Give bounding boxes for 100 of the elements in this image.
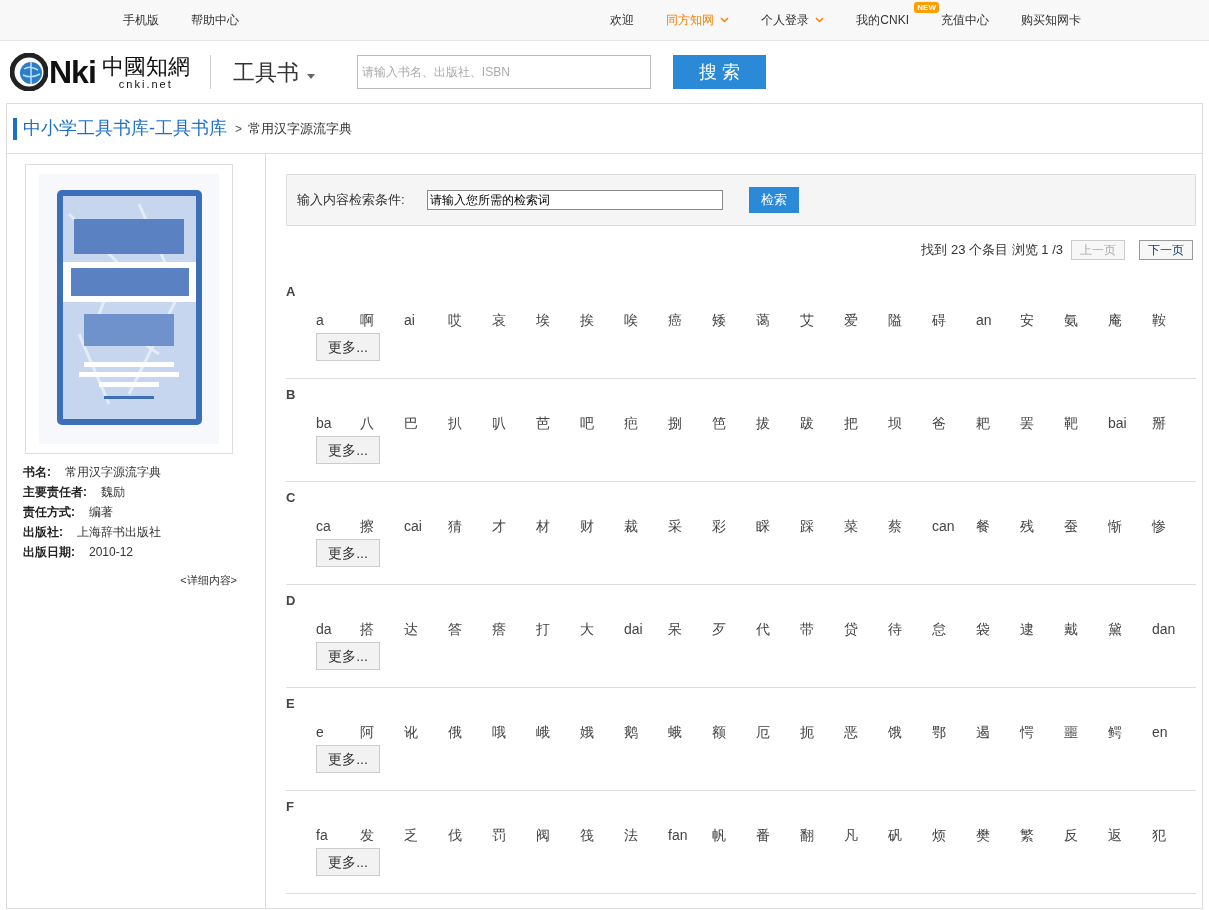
index-link[interactable]: 恶 <box>844 723 888 741</box>
index-link[interactable]: 俄 <box>448 723 492 741</box>
index-link[interactable]: 返 <box>1108 826 1152 844</box>
index-link[interactable]: 挨 <box>580 311 624 329</box>
index-link[interactable]: 蚕 <box>1064 517 1108 535</box>
index-link[interactable]: 娥 <box>580 723 624 741</box>
index-link[interactable]: 大 <box>580 620 624 638</box>
index-link[interactable]: 发 <box>360 826 404 844</box>
index-link[interactable]: 菜 <box>844 517 888 535</box>
index-link[interactable]: 扒 <box>448 414 492 432</box>
index-link[interactable]: 噩 <box>1064 723 1108 741</box>
index-link[interactable]: 把 <box>844 414 888 432</box>
more-button[interactable]: 更多... <box>316 436 380 464</box>
index-link[interactable]: 餐 <box>976 517 1020 535</box>
index-link[interactable]: 叭 <box>492 414 536 432</box>
index-link[interactable]: 埃 <box>536 311 580 329</box>
index-link[interactable]: 惨 <box>1152 517 1196 535</box>
index-link[interactable]: da <box>316 620 360 638</box>
more-button[interactable]: 更多... <box>316 642 380 670</box>
index-link[interactable]: 打 <box>536 620 580 638</box>
index-link[interactable]: 筏 <box>580 826 624 844</box>
index-link[interactable]: 饿 <box>888 723 932 741</box>
index-link[interactable]: 采 <box>668 517 712 535</box>
index-link[interactable]: dan <box>1152 620 1196 638</box>
index-link[interactable]: 踩 <box>800 517 844 535</box>
index-link[interactable]: 厄 <box>756 723 800 741</box>
top-link[interactable]: 帮助中心 <box>191 11 239 29</box>
index-link[interactable]: 逮 <box>1020 620 1064 638</box>
index-link[interactable]: 罢 <box>1020 414 1064 432</box>
index-link[interactable]: 跋 <box>800 414 844 432</box>
index-link[interactable]: 财 <box>580 517 624 535</box>
index-link[interactable]: 扼 <box>800 723 844 741</box>
index-link[interactable]: 蛾 <box>668 723 712 741</box>
index-link[interactable]: 矾 <box>888 826 932 844</box>
index-link[interactable]: 遏 <box>976 723 1020 741</box>
index-link[interactable]: 拔 <box>756 414 800 432</box>
index-link[interactable]: 蔡 <box>888 517 932 535</box>
index-link[interactable]: 爸 <box>932 414 976 432</box>
index-link[interactable]: cai <box>404 517 448 535</box>
more-button[interactable]: 更多... <box>316 745 380 773</box>
index-link[interactable]: 唉 <box>624 311 668 329</box>
index-link[interactable]: 彩 <box>712 517 756 535</box>
index-link[interactable]: 耙 <box>976 414 1020 432</box>
search-button[interactable]: 搜 索 <box>672 55 766 89</box>
index-link[interactable]: 安 <box>1020 311 1064 329</box>
index-link[interactable]: 樊 <box>976 826 1020 844</box>
index-link[interactable]: 呆 <box>668 620 712 638</box>
index-link[interactable]: 癌 <box>668 311 712 329</box>
index-link[interactable]: 哦 <box>492 723 536 741</box>
index-link[interactable]: 带 <box>800 620 844 638</box>
index-link[interactable]: 讹 <box>404 723 448 741</box>
index-link[interactable]: 擦 <box>360 517 404 535</box>
index-link[interactable]: 额 <box>712 723 756 741</box>
index-link[interactable]: ca <box>316 517 360 535</box>
index-link[interactable]: ai <box>404 311 448 329</box>
index-link[interactable]: 坝 <box>888 414 932 432</box>
index-link[interactable]: 翻 <box>800 826 844 844</box>
index-link[interactable]: 搭 <box>360 620 404 638</box>
index-link[interactable]: 番 <box>756 826 800 844</box>
top-link[interactable]: 手机版 <box>123 11 159 29</box>
index-link[interactable]: can <box>932 517 976 535</box>
index-link[interactable]: 峨 <box>536 723 580 741</box>
index-link[interactable]: fa <box>316 826 360 844</box>
detail-link[interactable]: <详细内容> <box>180 572 237 589</box>
index-link[interactable]: 袋 <box>976 620 1020 638</box>
index-link[interactable]: 犯 <box>1152 826 1196 844</box>
index-link[interactable]: 八 <box>360 414 404 432</box>
index-link[interactable]: 啊 <box>360 311 404 329</box>
index-link[interactable]: ba <box>316 414 360 432</box>
index-link[interactable]: 怠 <box>932 620 976 638</box>
top-link[interactable]: 个人登录 <box>761 11 825 29</box>
index-link[interactable]: 吧 <box>580 414 624 432</box>
index-link[interactable]: 蔼 <box>756 311 800 329</box>
index-link[interactable]: 黛 <box>1108 620 1152 638</box>
index-link[interactable]: 烦 <box>932 826 976 844</box>
search-field[interactable]: 请输入您所需的检索词 <box>426 190 723 210</box>
index-link[interactable]: bai <box>1108 414 1152 432</box>
more-button[interactable]: 更多... <box>316 333 380 361</box>
index-link[interactable]: 哀 <box>492 311 536 329</box>
index-link[interactable]: 惭 <box>1108 517 1152 535</box>
index-link[interactable]: 反 <box>1064 826 1108 844</box>
index-link[interactable]: 靶 <box>1064 414 1108 432</box>
next-page-button[interactable]: 下一页 <box>1139 240 1193 260</box>
top-link[interactable]: 充值中心 <box>941 11 989 29</box>
index-link[interactable]: 达 <box>404 620 448 638</box>
index-link[interactable]: dai <box>624 620 668 638</box>
index-link[interactable]: 猜 <box>448 517 492 535</box>
index-link[interactable]: 瘩 <box>492 620 536 638</box>
index-link[interactable]: 繁 <box>1020 826 1064 844</box>
index-link[interactable]: 乏 <box>404 826 448 844</box>
search-field[interactable]: 请输入书名、出版社、ISBN <box>356 55 651 89</box>
more-button[interactable]: 更多... <box>316 848 380 876</box>
breadcrumb-link[interactable]: 中小学工具书库-工具书库 <box>23 115 227 142</box>
index-link[interactable]: 鞍 <box>1152 311 1196 329</box>
index-link[interactable]: 法 <box>624 826 668 844</box>
index-link[interactable]: 残 <box>1020 517 1064 535</box>
top-link[interactable]: 购买知网卡 <box>1021 11 1081 29</box>
index-link[interactable]: fan <box>668 826 712 844</box>
index-link[interactable]: an <box>976 311 1020 329</box>
index-link[interactable]: 睬 <box>756 517 800 535</box>
